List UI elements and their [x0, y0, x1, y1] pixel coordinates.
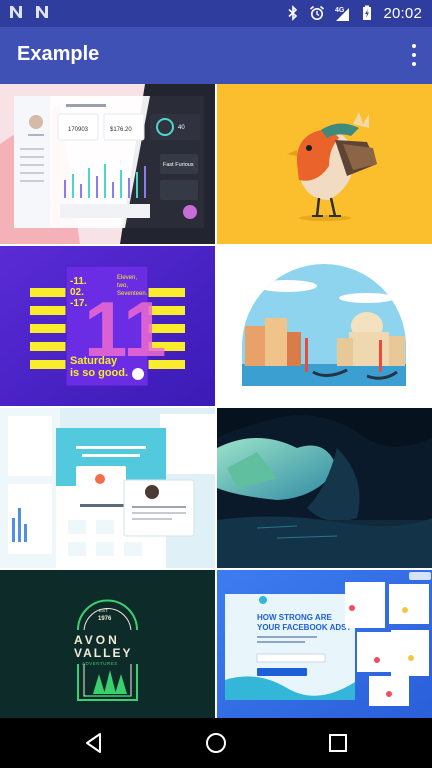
avon-year: 1976	[98, 616, 112, 622]
poster-side-text-2: two,	[117, 283, 128, 289]
app-bar: Example	[0, 27, 432, 84]
app-title: Example	[17, 43, 100, 65]
clock: 20:02	[383, 4, 422, 22]
avon-est-label: EST	[99, 608, 108, 613]
gallery-tile-landing[interactable]	[0, 408, 215, 568]
image-grid: 170903 $176.20 40 Fast Furious 11 -11. 0…	[0, 84, 432, 718]
poster-date-line-1: -11.	[70, 276, 87, 287]
signal-4g-icon: 4G	[335, 7, 350, 21]
venice-image	[217, 246, 432, 406]
back-icon[interactable]	[81, 730, 107, 756]
more-vert-icon[interactable]	[410, 44, 418, 66]
gallery-tile-venice[interactable]	[217, 246, 432, 406]
home-icon[interactable]	[203, 730, 229, 756]
navigation-bar	[0, 718, 432, 768]
network-label: 4G	[335, 7, 345, 14]
recents-icon[interactable]	[325, 730, 351, 756]
gallery-tile-facebook-ads[interactable]: HOW STRONG ARE YOUR FACEBOOK ADS?	[217, 570, 432, 718]
bluetooth-icon	[288, 5, 298, 21]
dashboard-stat-3: 40	[178, 125, 185, 131]
bird-image	[217, 84, 432, 244]
poster-tagline-2: is so good.	[70, 367, 128, 379]
poster-side-text-3: Seventeen.	[117, 291, 148, 297]
poster-date-line-2: 02.	[70, 287, 84, 298]
gallery-tile-dashboard[interactable]: 170903 $176.20 40 Fast Furious	[0, 84, 215, 244]
avon-line-2: VALLEY	[74, 646, 132, 660]
gallery-tile-avon[interactable]: EST 1976 AVON VALLEY ADVENTURES	[0, 570, 215, 718]
system-icons: 4G 20:02	[285, 3, 422, 23]
dashboard-stat-1: 170903	[68, 127, 89, 133]
alarm-icon	[310, 5, 325, 20]
landing-image	[0, 408, 215, 568]
n-notification-icon	[10, 6, 22, 18]
poster-side-text-1: Eleven,	[117, 275, 137, 281]
avon-line-1: AVON	[74, 633, 120, 647]
gallery-tile-cave[interactable]	[217, 408, 432, 568]
poster-image: 11 -11. 02. -17. Eleven, two, Seventeen.…	[0, 246, 215, 406]
poster-date-line-3: -17.	[70, 298, 87, 309]
n-notification-icon	[36, 6, 48, 18]
cave-image	[217, 408, 432, 568]
facebook-ads-image: HOW STRONG ARE YOUR FACEBOOK ADS?	[217, 570, 432, 718]
status-bar: 4G 20:02	[0, 0, 432, 27]
fb-headline-2: YOUR FACEBOOK ADS?	[257, 623, 351, 632]
dashboard-stat-2: $176.20	[110, 127, 132, 133]
avon-line-3: ADVENTURES	[82, 661, 118, 666]
gallery-tile-poster[interactable]: 11 -11. 02. -17. Eleven, two, Seventeen.…	[0, 246, 215, 406]
notification-area	[8, 4, 50, 20]
dashboard-image: 170903 $176.20 40 Fast Furious	[0, 84, 215, 244]
battery-charging-icon	[363, 5, 372, 20]
fb-headline-1: HOW STRONG ARE	[257, 613, 332, 622]
dashboard-side-label: Fast Furious	[163, 162, 194, 168]
gallery-tile-bird[interactable]	[217, 84, 432, 244]
poster-tagline-1: Saturday	[70, 355, 118, 367]
avon-valley-image: EST 1976 AVON VALLEY ADVENTURES	[0, 570, 215, 718]
